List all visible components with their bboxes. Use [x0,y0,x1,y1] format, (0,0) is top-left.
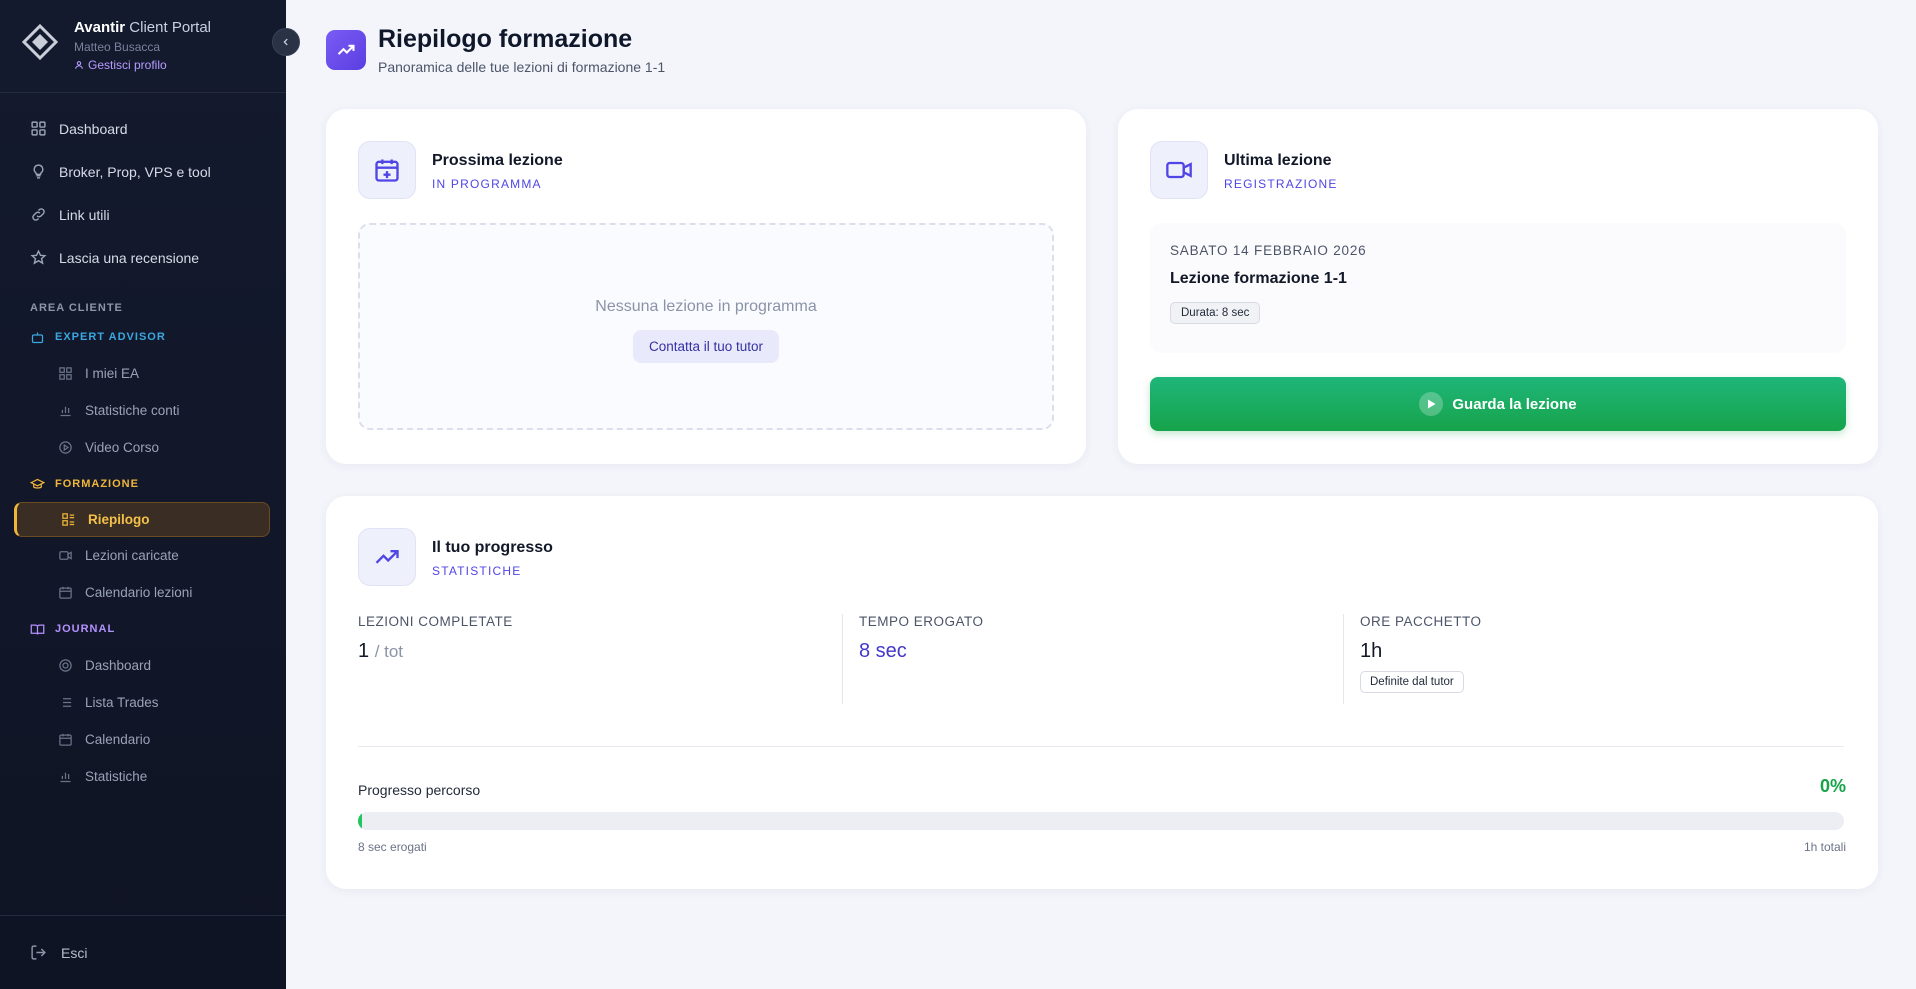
nav-leave-review[interactable]: Lascia una recensione [0,236,286,279]
nav-lesson-calendar[interactable]: Calendario lezioni [0,574,286,611]
list-grid-icon [62,513,75,526]
user-name: Matteo Busacca [74,40,161,54]
nav-video-course[interactable]: Video Corso [0,429,286,466]
progress-card: Il tuo progresso STATISTICHE LEZIONI COM… [326,496,1878,889]
progress-delivered-caption: 8 sec erogati [358,840,427,854]
next-lesson-subtitle: IN PROGRAMMA [432,177,542,191]
video-icon [59,551,72,560]
stat-package-hours: ORE PACCHETTO 1h Definite dal tutor [1343,614,1844,704]
book-icon [30,624,45,635]
nav-riepilogo[interactable]: Riepilogo [14,502,270,537]
next-lesson-card: Prossima lezione IN PROGRAMMA Nessuna le… [326,109,1086,464]
lesson-name: Lezione formazione 1-1 [1170,270,1347,287]
group-formazione[interactable]: FORMAZIONE [0,466,286,502]
target-icon [59,659,72,672]
grid-icon [31,121,46,136]
empty-state-text: Nessuna lezione in programma [595,298,817,315]
group-expert-advisor[interactable]: EXPERT ADVISOR [0,319,286,355]
robot-icon [31,332,44,343]
calendar-plus-icon-wrap [358,141,416,199]
lightbulb-icon [33,164,44,179]
trending-up-icon [337,44,355,55]
nav-journal-stats[interactable]: Statistiche [0,758,286,795]
last-lesson-title: Ultima lezione [1224,152,1332,169]
stat-time-delivered: TEMPO EROGATO 8 sec [842,614,1343,704]
nav-uploaded-lessons[interactable]: Lezioni caricate [0,537,286,574]
video-camera-icon [1166,161,1192,179]
section-area-cliente: AREA CLIENTE [30,302,123,314]
bar-chart-icon [60,406,71,417]
brand-header: Avantir Client Portal Matteo Busacca Ges… [0,0,286,93]
lesson-date: SABATO 14 FEBBRAIO 2026 [1170,243,1367,258]
play-icon [1419,392,1444,416]
video-icon-wrap [1150,141,1208,199]
brand-logo [22,24,58,60]
last-lesson-subtitle: REGISTRAZIONE [1224,177,1338,191]
nav-useful-links[interactable]: Link utili [0,193,286,236]
chevron-left-icon [283,38,288,46]
stats-row: LEZIONI COMPLETATE 1 / tot TEMPO EROGATO… [358,614,1844,704]
last-lesson-card: Ultima lezione REGISTRAZIONE SABATO 14 F… [1118,109,1878,464]
last-lesson-details: SABATO 14 FEBBRAIO 2026 Lezione formazio… [1150,223,1846,353]
watch-lesson-button[interactable]: Guarda la lezione [1150,377,1846,431]
duration-badge: Durata: 8 sec [1170,302,1261,324]
package-badge: Definite dal tutor [1360,671,1464,693]
nav-dashboard[interactable]: Dashboard [0,107,286,150]
empty-state: Nessuna lezione in programma Contatta il… [358,223,1054,430]
page-icon [326,30,366,70]
trending-icon-wrap [358,528,416,586]
contact-tutor-button[interactable]: Contatta il tuo tutor [632,330,780,363]
page-subtitle: Panoramica delle tue lezioni di formazio… [378,59,666,75]
trending-up-icon [375,550,399,564]
logout-icon [31,945,46,960]
logout-button[interactable]: Esci [0,915,286,989]
grid-icon [59,367,72,380]
nav-my-ea[interactable]: I miei EA [0,355,286,392]
stat-completed-lessons: LEZIONI COMPLETATE 1 / tot [358,614,513,662]
progress-title: Il tuo progresso [432,539,553,556]
calendar-icon [59,733,72,746]
progress-total-caption: 1h totali [1803,840,1846,854]
manage-profile-link[interactable]: Gestisci profilo [74,58,211,72]
group-journal[interactable]: JOURNAL [0,611,286,647]
next-lesson-title: Prossima lezione [432,152,563,169]
play-circle-icon [59,441,72,454]
page-header: Riepilogo formazione Panoramica delle tu… [326,24,665,75]
nav-journal-calendar[interactable]: Calendario [0,721,286,758]
progress-percent: 0% [1819,776,1846,796]
user-icon [75,61,83,69]
progress-subtitle: STATISTICHE [432,564,522,578]
progress-bar-fill [358,812,362,830]
collapse-sidebar-button[interactable] [272,28,300,56]
divider [358,746,1844,747]
main-content: Riepilogo formazione Panoramica delle tu… [286,0,1916,989]
graduation-cap-icon [30,478,45,489]
calendar-plus-icon [375,159,399,182]
main-nav: Dashboard Broker, Prop, VPS e tool Link … [0,93,286,795]
star-icon [30,249,47,265]
link-icon [32,208,45,221]
sidebar: Avantir Client Portal Matteo Busacca Ges… [0,0,300,989]
progress-label: Progresso percorso [358,782,481,798]
nav-trades-list[interactable]: Lista Trades [0,684,286,721]
progress-bar [358,812,1844,830]
bar-chart-icon [60,772,71,783]
page-title: Riepilogo formazione [378,25,633,53]
brand-title: Avantir Client Portal [74,19,211,36]
nav-account-stats[interactable]: Statistiche conti [0,392,286,429]
nav-broker-prop-vps[interactable]: Broker, Prop, VPS e tool [0,150,286,193]
calendar-icon [59,586,72,599]
nav-journal-dashboard[interactable]: Dashboard [0,647,286,684]
list-icon [59,698,72,707]
